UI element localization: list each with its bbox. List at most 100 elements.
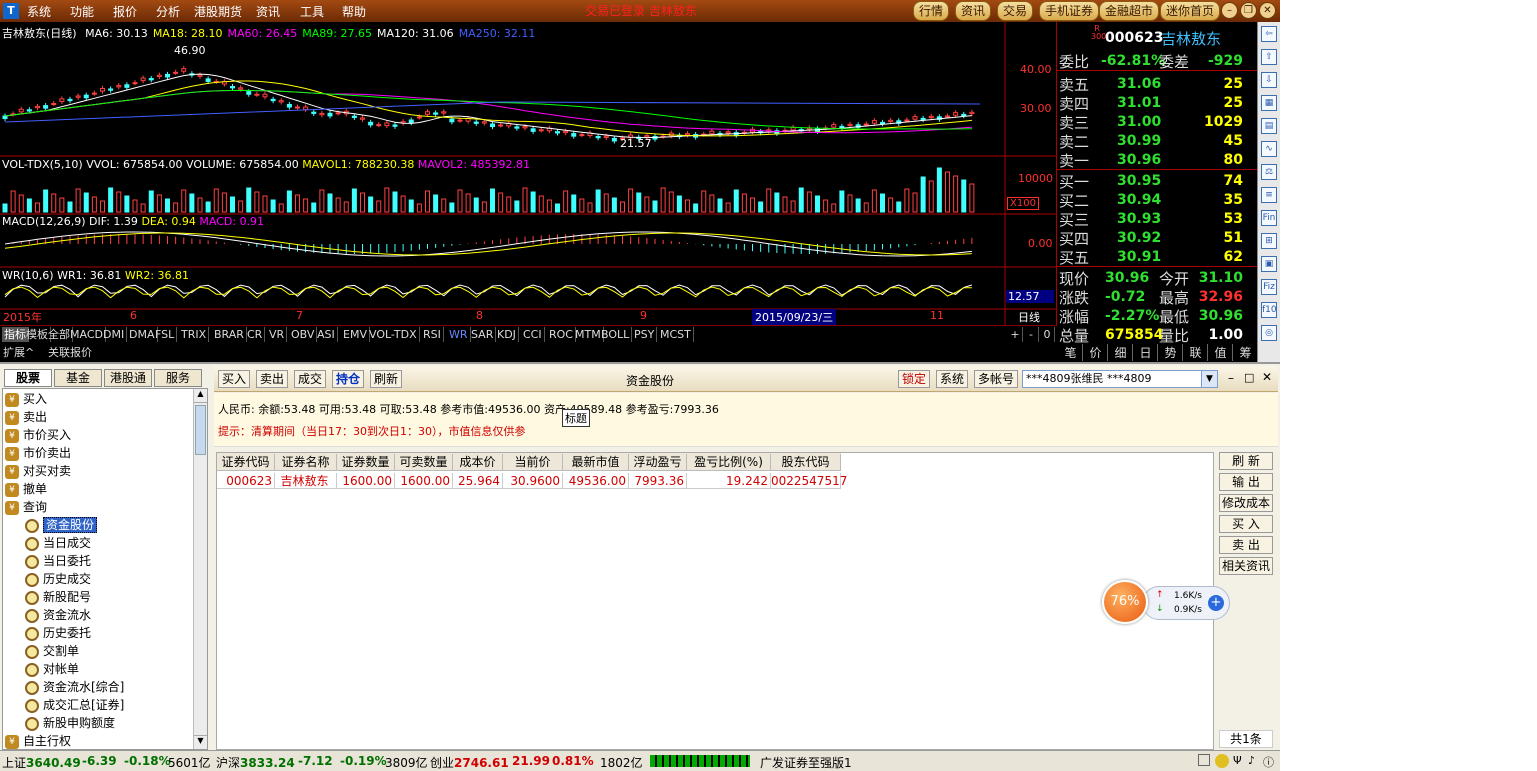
chevron-down-icon[interactable]: ▼ — [1201, 371, 1217, 387]
column-header[interactable]: 股东代码 — [771, 454, 841, 470]
menu-analysis[interactable]: 分析 — [156, 3, 180, 20]
tab-service[interactable]: 服务 — [154, 369, 202, 387]
fiz-icon[interactable]: Fiz — [1261, 279, 1277, 295]
column-header[interactable]: 可卖数量 — [395, 454, 453, 470]
expand-tab[interactable]: 扩展^ — [3, 344, 34, 360]
panel-minimize-icon[interactable]: – — [1228, 371, 1234, 385]
menu-system[interactable]: 系统 — [27, 3, 51, 20]
indicator-tab[interactable]: VR — [267, 327, 288, 342]
tree-item[interactable]: 当日成交 — [25, 534, 91, 552]
indicator-tab[interactable]: OBV — [289, 327, 318, 342]
close-icon[interactable]: ✕ — [1259, 2, 1276, 19]
indicator-tab[interactable]: VOL-TDX — [367, 327, 420, 342]
menu-function[interactable]: 功能 — [70, 3, 94, 20]
quote-tab[interactable]: 值 — [1209, 344, 1233, 361]
quote-tab[interactable]: 细 — [1109, 344, 1133, 361]
tree-item[interactable]: 当日委托 — [25, 552, 91, 570]
scroll-down-icon[interactable]: ▼ — [194, 735, 207, 749]
trend-icon[interactable]: ∿ — [1261, 141, 1277, 157]
tree-item[interactable]: 交割单 — [25, 642, 79, 660]
export-button[interactable]: 输 出 — [1219, 473, 1273, 491]
tab-funds[interactable]: 基金 — [54, 369, 102, 387]
modify-cost-button[interactable]: 修改成本 — [1219, 494, 1273, 512]
indicator-tab[interactable]: KDJ — [495, 327, 519, 342]
back-icon[interactable]: ⇦ — [1261, 26, 1277, 42]
tree-item[interactable]: ¥ 查询 — [5, 498, 47, 516]
tree-item[interactable]: 历史委托 — [25, 624, 91, 642]
column-header[interactable]: 浮动盈亏 — [629, 454, 687, 470]
tree-item[interactable]: ¥ 卖出 — [5, 408, 47, 426]
tab-stocks[interactable]: 股票 — [4, 369, 52, 387]
trade-button[interactable]: 交易 — [997, 1, 1034, 21]
tab-hk-connect[interactable]: 港股通 — [104, 369, 152, 387]
positions-button[interactable]: 持仓 — [332, 370, 365, 388]
tree-item[interactable]: ¥ 市价卖出 — [5, 444, 71, 462]
indicator-tab[interactable]: CR — [245, 327, 266, 342]
circle-icon[interactable]: ◎ — [1261, 325, 1277, 341]
kline-icon[interactable]: ▦ — [1261, 95, 1277, 111]
buy-button[interactable]: 买入 — [218, 370, 251, 388]
indicator-tab[interactable]: BOLL — [599, 327, 633, 342]
indicator-tab[interactable]: PSY — [632, 327, 658, 342]
indicator-tab[interactable]: TRIX — [179, 327, 210, 342]
menu-quote[interactable]: 报价 — [113, 3, 137, 20]
hs-index[interactable]: 沪深3833.24 — [216, 754, 295, 771]
tree-item[interactable]: 资金流水 — [25, 606, 91, 624]
menu-tools[interactable]: 工具 — [300, 3, 324, 20]
tree-item[interactable]: 资金流水[综合] — [25, 678, 124, 696]
quote-tab[interactable]: 势 — [1159, 344, 1183, 361]
indicator-tab[interactable]: ROC — [547, 327, 576, 342]
tree-item[interactable]: 资金股份 — [25, 516, 98, 534]
indicator-tab[interactable]: SAR — [469, 327, 497, 342]
tree-item[interactable]: 成交汇总[证券] — [25, 696, 124, 714]
news-button[interactable]: 资讯 — [955, 1, 992, 21]
quote-button[interactable]: 行情 — [913, 1, 950, 21]
finance-market-button[interactable]: 金融超市 — [1099, 1, 1160, 21]
cy-index[interactable]: 创业2746.61 — [430, 754, 509, 771]
quote-tab[interactable]: 价 — [1084, 344, 1108, 361]
lock-status-icon[interactable] — [1215, 754, 1229, 768]
indicator-tab[interactable]: WR — [447, 327, 471, 342]
column-header[interactable]: 证券数量 — [337, 454, 395, 470]
menu-help[interactable]: 帮助 — [342, 3, 366, 20]
zoom-button[interactable]: - — [1024, 327, 1039, 342]
quote-tab[interactable]: 联 — [1184, 344, 1208, 361]
system-button[interactable]: 系统 — [936, 370, 969, 388]
restore-icon[interactable]: ❐ — [1240, 2, 1257, 19]
scroll-thumb[interactable] — [195, 405, 206, 455]
finance-icon[interactable]: Fin — [1261, 210, 1277, 226]
tree-item[interactable]: ¥ 撤单 — [5, 480, 47, 498]
column-header[interactable]: 最新市值 — [563, 454, 629, 470]
indicator-tab[interactable]: ASI — [315, 327, 338, 342]
refresh-side-button[interactable]: 刷 新 — [1219, 452, 1273, 470]
quote-tab[interactable]: 笔 — [1059, 344, 1083, 361]
tree-item[interactable]: 历史成交 — [25, 570, 91, 588]
column-header[interactable]: 盈亏比例(%) — [687, 454, 771, 470]
related-quote-tab[interactable]: 关联报价 — [48, 344, 92, 360]
multi-account-button[interactable]: 多帐号 — [974, 370, 1019, 388]
info-icon[interactable]: ⓘ — [1263, 754, 1274, 770]
network-speed-widget[interactable]: 76% ↑ 1.6K/s ↓ 0.9K/s + — [1102, 580, 1230, 624]
bookmark-icon[interactable]: ▣ — [1261, 256, 1277, 272]
menu-hk-futures[interactable]: 港股期货 — [194, 3, 242, 20]
menu-news[interactable]: 资讯 — [256, 3, 280, 20]
indicator-tab[interactable]: CCI — [521, 327, 545, 342]
period-label[interactable]: 日线 — [1018, 309, 1040, 325]
zoom-button[interactable]: + — [1008, 327, 1023, 342]
tree-scrollbar[interactable]: ▲ ▼ — [193, 389, 207, 749]
mini-home-button[interactable]: 迷你首页 — [1160, 1, 1221, 21]
tree-item[interactable]: ¥ 买入 — [5, 390, 47, 408]
mobile-button[interactable]: 手机证券 — [1039, 1, 1100, 21]
indicator-tab[interactable]: RSI — [421, 327, 444, 342]
column-header[interactable]: 成本价 — [453, 454, 503, 470]
zoom-button[interactable]: 0 — [1040, 327, 1055, 342]
account-select[interactable]: ***4809张维民 ***4809 ▼ — [1022, 370, 1218, 388]
down-icon[interactable]: ⇩ — [1261, 72, 1277, 88]
related-news-button[interactable]: 相关资讯 — [1219, 557, 1273, 575]
panel-restore-icon[interactable]: □ — [1244, 371, 1254, 384]
buy-side-button[interactable]: 买 入 — [1219, 515, 1273, 533]
indicator-tab[interactable]: BRAR — [212, 327, 247, 342]
tree-item[interactable]: 对帐单 — [25, 660, 79, 678]
tree-item[interactable]: ¥ 市价买入 — [5, 426, 71, 444]
indicator-tab[interactable]: DMI — [101, 327, 128, 342]
